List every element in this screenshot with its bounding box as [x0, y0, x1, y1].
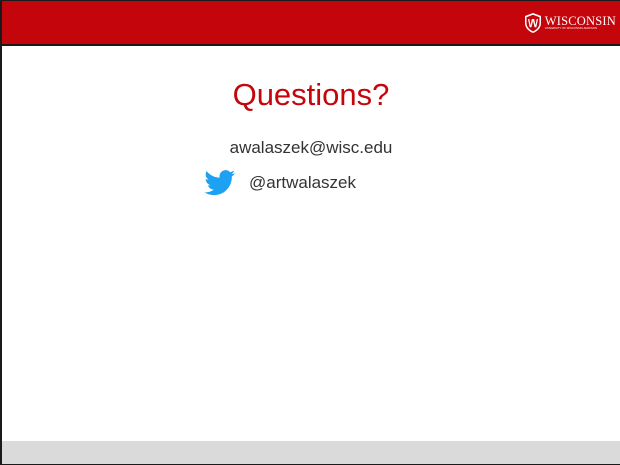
twitter-row: @artwalaszek: [203, 170, 356, 196]
twitter-bird-icon: [204, 170, 236, 196]
logo-wordmark: WISCONSIN: [544, 13, 616, 28]
footer-bar: [2, 441, 620, 464]
logo-subtext: UNIVERSITY OF WISCONSIN–MADISON: [544, 27, 597, 31]
email-address: awalaszek@wisc.edu: [229, 138, 393, 157]
logo-text: WISCONSIN UNIVERSITY OF WISCONSIN–MADISO…: [545, 15, 616, 31]
uw-crest-icon: [524, 13, 541, 33]
twitter-handle: @artwalaszek: [249, 173, 357, 192]
header-bar: WISCONSIN UNIVERSITY OF WISCONSIN–MADISO…: [2, 1, 620, 46]
uw-logo: WISCONSIN UNIVERSITY OF WISCONSIN–MADISO…: [523, 9, 616, 37]
slide-title: Questions?: [232, 77, 390, 112]
slide: WISCONSIN UNIVERSITY OF WISCONSIN–MADISO…: [0, 0, 620, 465]
